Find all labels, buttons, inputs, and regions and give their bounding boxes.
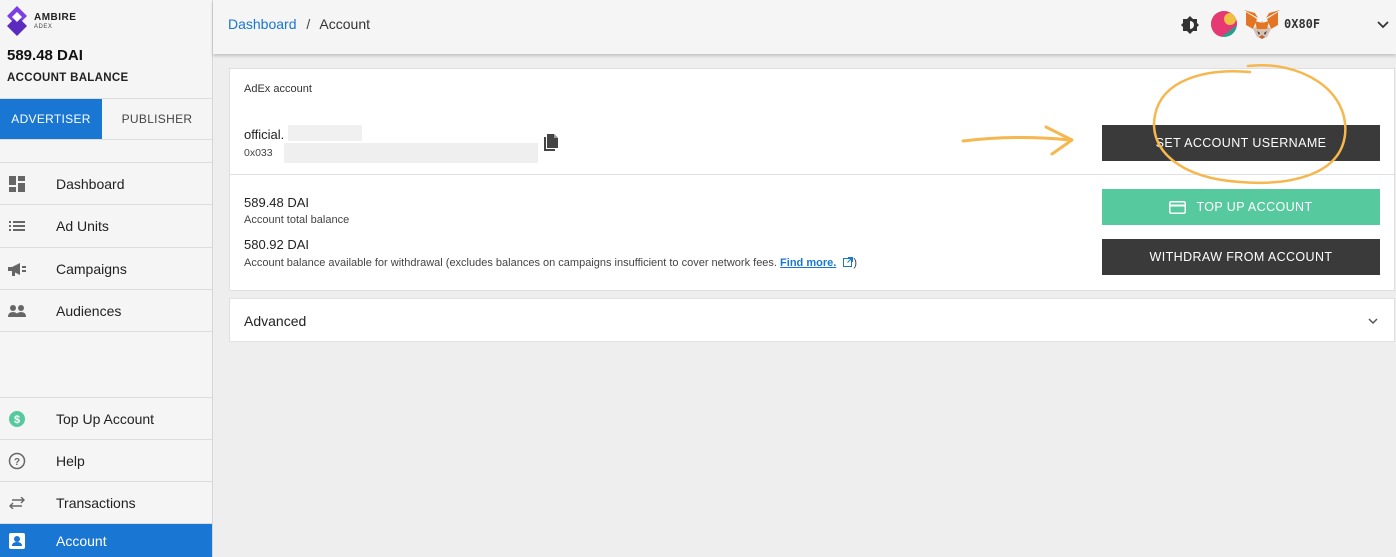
tab-publisher[interactable]: PUBLISHER (102, 99, 212, 139)
dollar-icon: $ (8, 410, 26, 428)
card-divider (230, 174, 1394, 175)
available-balance-text: Account balance available for withdrawal… (244, 257, 777, 269)
identicon-avatar[interactable] (1211, 11, 1237, 37)
sidebar-item-top-up[interactable]: $ Top Up Account (0, 397, 212, 439)
adex-account-card: AdEx account official. 0x033 SET ACCOUNT… (229, 68, 1395, 291)
advanced-section[interactable]: Advanced (229, 298, 1395, 342)
breadcrumb-current: Account (319, 16, 370, 32)
top-up-account-button[interactable]: TOP UP ACCOUNT (1102, 189, 1380, 225)
people-icon (8, 302, 26, 320)
header-wallet-area: 0X80F (1146, 8, 1396, 42)
sidebar-item-audiences[interactable]: Audiences (0, 289, 212, 331)
sidebar-item-label: Help (56, 452, 85, 469)
top-header: Dashboard / Account 0X80F (213, 0, 1396, 54)
card-title: AdEx account (244, 83, 312, 95)
svg-text:?: ? (14, 457, 20, 468)
breadcrumb: Dashboard / Account (228, 16, 370, 32)
copy-icon[interactable] (542, 133, 560, 153)
available-balance-value: 580.92 DAI (244, 237, 310, 252)
brand-name: AMBIRE (34, 11, 77, 23)
sidebar-item-help[interactable]: ? Help (0, 439, 212, 481)
sidebar: AMBIRE ADEX 589.48 DAI ACCOUNT BALANCE A… (0, 0, 213, 557)
ambire-logo[interactable]: AMBIRE ADEX (6, 4, 126, 38)
sidebar-item-campaigns[interactable]: Campaigns (0, 247, 212, 289)
chevron-down-icon[interactable] (1376, 17, 1390, 31)
sidebar-balance: 589.48 DAI (7, 47, 83, 64)
brand-sub: ADEX (34, 23, 53, 30)
sidebar-item-label: Dashboard (56, 175, 125, 192)
sidebar-divider (0, 331, 212, 332)
sidebar-item-label: Account (56, 532, 107, 549)
sidebar-item-account[interactable]: Account (0, 523, 212, 557)
sidebar-item-label: Campaigns (56, 260, 127, 277)
total-balance-label: Account total balance (244, 214, 350, 226)
metamask-fox-icon[interactable] (1243, 9, 1281, 41)
sidebar-item-ad-units[interactable]: Ad Units (0, 204, 212, 246)
sidebar-item-label: Transactions (56, 494, 136, 511)
sidebar-item-label: Ad Units (56, 217, 109, 234)
chevron-down-icon[interactable] (1366, 314, 1380, 328)
breadcrumb-dashboard-link[interactable]: Dashboard (228, 16, 297, 32)
role-tabs: ADVERTISER PUBLISHER (0, 98, 212, 140)
withdraw-from-account-button[interactable]: WITHDRAW FROM ACCOUNT (1102, 239, 1380, 275)
sidebar-item-label: Audiences (56, 302, 122, 319)
account-username: official. (244, 127, 285, 142)
campaign-icon (8, 260, 26, 278)
wallet-address[interactable]: 0X80F (1284, 17, 1320, 31)
total-balance-value: 589.48 DAI (244, 195, 310, 210)
top-up-label: TOP UP ACCOUNT (1196, 200, 1313, 214)
help-icon: ? (8, 452, 26, 470)
breadcrumb-separator: / (306, 16, 311, 32)
redacted-username (288, 125, 362, 141)
advanced-label: Advanced (244, 313, 307, 329)
credit-card-icon (1169, 200, 1187, 214)
closing-paren: ) (853, 257, 858, 269)
dashboard-icon (8, 175, 26, 193)
external-link-icon[interactable] (843, 257, 854, 267)
svg-text:$: $ (14, 414, 20, 426)
account-address: 0x033 (244, 147, 273, 159)
sidebar-item-label: Top Up Account (56, 410, 155, 427)
account-icon (8, 532, 26, 550)
redacted-address (284, 143, 538, 163)
swap-icon (8, 494, 26, 512)
tab-advertiser[interactable]: ADVERTISER (0, 99, 102, 139)
set-account-username-button[interactable]: SET ACCOUNT USERNAME (1102, 125, 1380, 161)
find-more-link[interactable]: Find more. (780, 257, 836, 269)
sidebar-item-transactions[interactable]: Transactions (0, 481, 212, 523)
available-balance-label: Account balance available for withdrawal… (244, 257, 857, 269)
sidebar-item-dashboard[interactable]: Dashboard (0, 162, 212, 204)
list-icon (8, 217, 26, 235)
sidebar-balance-label: ACCOUNT BALANCE (7, 72, 129, 84)
ambire-logo-icon (7, 6, 27, 36)
brightness-icon[interactable] (1181, 16, 1199, 34)
